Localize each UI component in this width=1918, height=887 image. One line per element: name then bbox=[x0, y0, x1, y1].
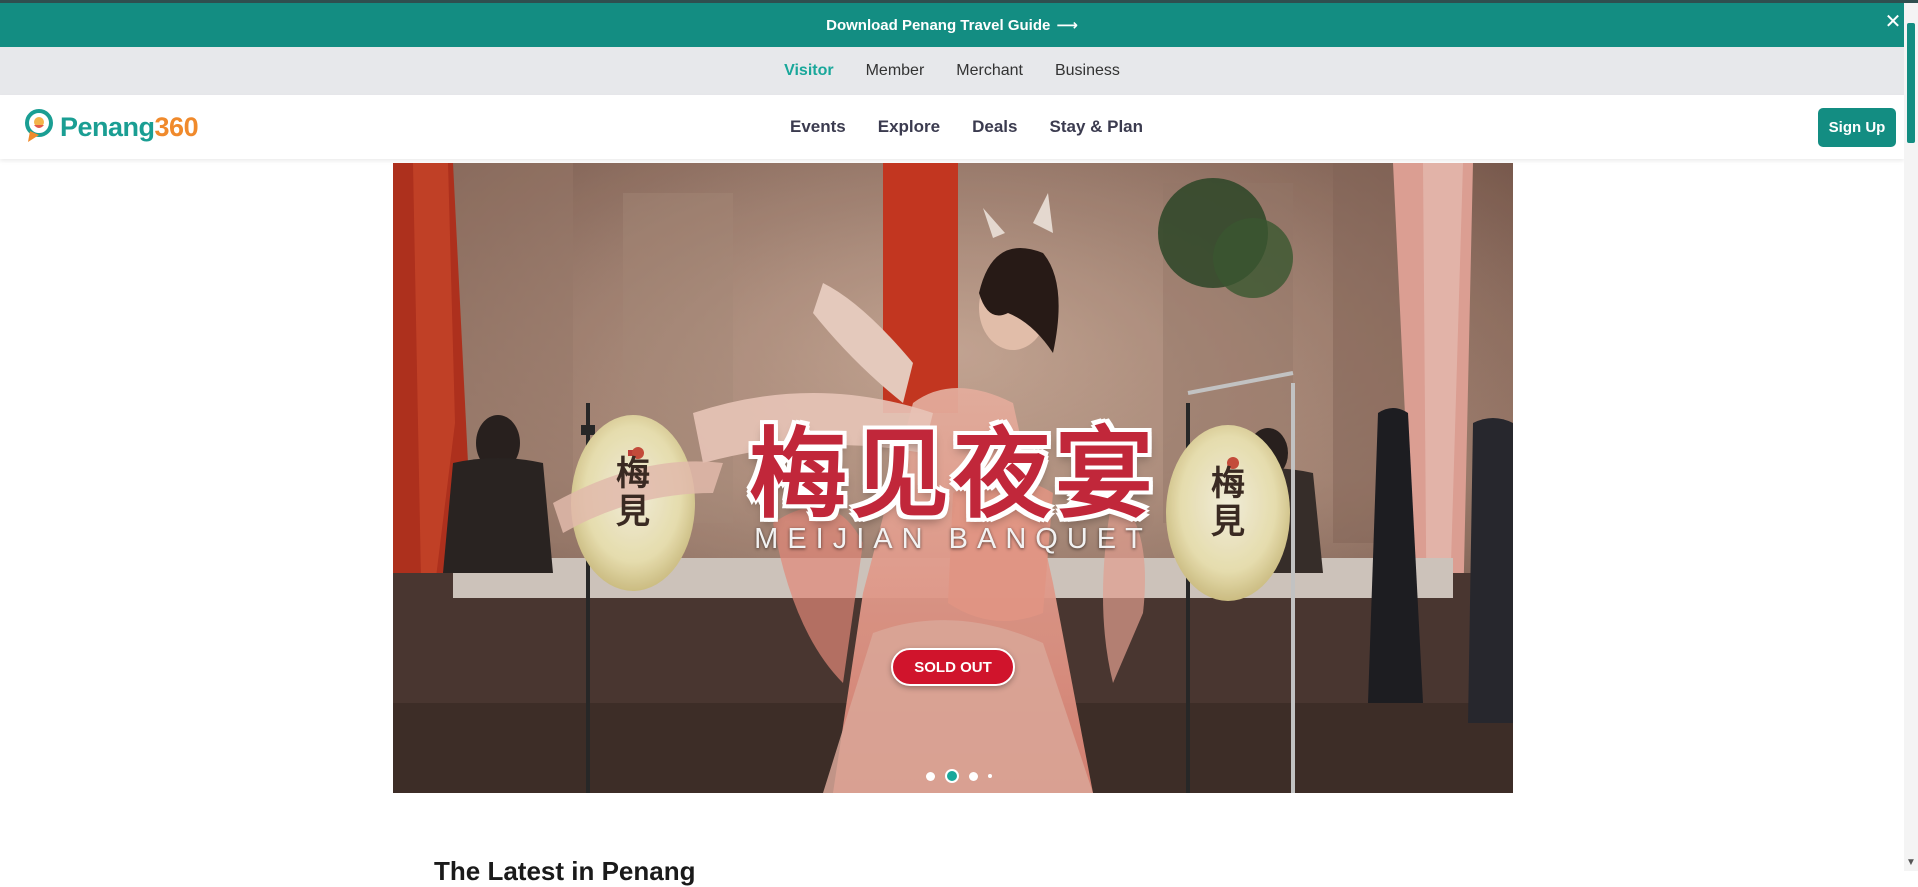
carousel-dots bbox=[926, 769, 992, 783]
tab-business[interactable]: Business bbox=[1055, 62, 1120, 80]
hero-subtitle: MEIJIAN BANQUET bbox=[754, 523, 1152, 555]
carousel-dot[interactable] bbox=[969, 771, 978, 781]
location-pin-icon bbox=[25, 109, 53, 142]
sold-out-badge[interactable]: SOLD OUT bbox=[891, 648, 1015, 686]
scroll-down-arrow-icon[interactable]: ▼ bbox=[1905, 857, 1917, 869]
tab-member[interactable]: Member bbox=[866, 62, 925, 80]
page-scrollbar[interactable]: ▼ bbox=[1904, 3, 1918, 871]
nav-stay-plan[interactable]: Stay & Plan bbox=[1049, 117, 1143, 137]
sign-up-button[interactable]: Sign Up bbox=[1818, 108, 1896, 147]
hero-carousel[interactable]: 梅見 梅見 梅见夜宴 MEIJIAN BANQUET SOLD OUT bbox=[393, 163, 1513, 793]
carousel-dot[interactable] bbox=[926, 771, 935, 781]
nav-events[interactable]: Events bbox=[790, 117, 846, 137]
scrollbar-thumb[interactable] bbox=[1907, 23, 1915, 143]
hero-title: 梅见夜宴 bbox=[748, 417, 1157, 532]
tab-visitor[interactable]: Visitor bbox=[784, 62, 834, 80]
logo-text-360: 360 bbox=[154, 111, 199, 142]
carousel-dot-active[interactable] bbox=[945, 769, 959, 783]
arrow-right-icon: ⟶ bbox=[1056, 17, 1078, 34]
nav-deals[interactable]: Deals bbox=[972, 117, 1017, 137]
penang360-logo[interactable]: Penang360 bbox=[24, 107, 199, 147]
logo-text: Penang360 bbox=[60, 111, 199, 143]
site-header: Penang360 Events Explore Deals Stay & Pl… bbox=[0, 95, 1904, 159]
nav-explore[interactable]: Explore bbox=[878, 117, 940, 137]
announcement-text[interactable]: Download Penang Travel Guide bbox=[826, 17, 1050, 34]
tab-merchant[interactable]: Merchant bbox=[956, 62, 1023, 80]
logo-text-penang: Penang bbox=[60, 111, 155, 142]
announcement-bar[interactable]: Download Penang Travel Guide ⟶ bbox=[0, 3, 1904, 47]
latest-section-title: The Latest in Penang bbox=[434, 856, 696, 886]
audience-tabs: Visitor Member Merchant Business bbox=[0, 47, 1904, 95]
main-nav: Events Explore Deals Stay & Plan bbox=[790, 95, 1143, 159]
close-icon[interactable]: ✕ bbox=[1880, 9, 1906, 35]
carousel-dot[interactable] bbox=[988, 774, 992, 778]
